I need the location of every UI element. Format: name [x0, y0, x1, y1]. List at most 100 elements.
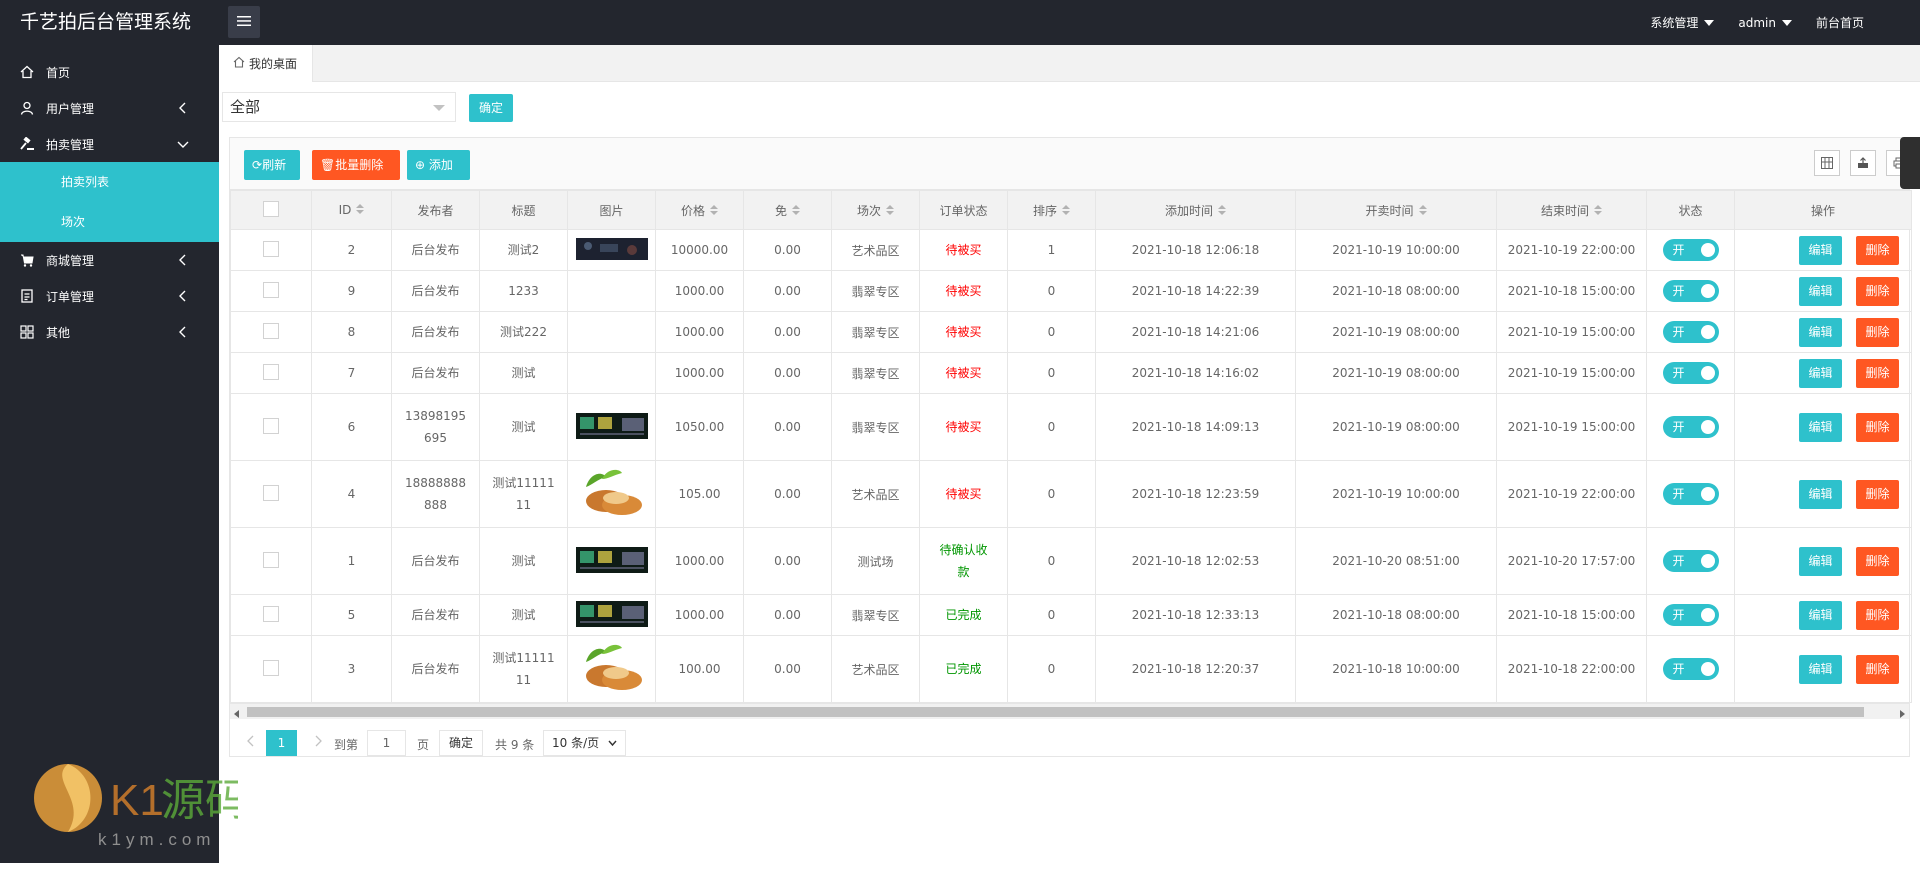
cell-image	[568, 595, 656, 636]
cell-free: 0.00	[744, 230, 832, 271]
select-all-checkbox[interactable]	[263, 201, 279, 217]
sidebar-item-home[interactable]: 首页	[0, 54, 219, 90]
cart-icon	[20, 253, 34, 267]
front-page-link[interactable]: 前台首页	[1804, 14, 1876, 31]
delete-button[interactable]: 删除	[1856, 655, 1899, 684]
cell-end-time: 2021-10-18 22:00:00	[1497, 636, 1647, 703]
system-menu[interactable]: 系统管理	[1638, 14, 1726, 31]
delete-button[interactable]: 删除	[1856, 236, 1899, 265]
side-panel-handle[interactable]	[1900, 137, 1920, 189]
delete-button[interactable]: 删除	[1856, 547, 1899, 576]
status-toggle[interactable]: 开	[1663, 280, 1719, 302]
toggle-label: 开	[1673, 284, 1685, 298]
row-checkbox[interactable]	[263, 241, 279, 257]
delete-button[interactable]: 删除	[1856, 318, 1899, 347]
cell-added-time: 2021-10-18 12:20:37	[1096, 636, 1296, 703]
status-toggle[interactable]: 开	[1663, 321, 1719, 343]
prev-page-icon[interactable]	[246, 735, 254, 750]
add-button[interactable]: ⊕ 添加	[407, 150, 470, 180]
product-thumbnail	[576, 428, 648, 442]
row-checkbox[interactable]	[263, 660, 279, 676]
menu-toggle-button[interactable]	[228, 6, 260, 38]
status-toggle[interactable]: 开	[1663, 239, 1719, 261]
status-toggle[interactable]: 开	[1663, 362, 1719, 384]
edit-button[interactable]: 编辑	[1799, 413, 1842, 442]
edit-button[interactable]: 编辑	[1799, 655, 1842, 684]
row-checkbox[interactable]	[263, 418, 279, 434]
column-header-end-time[interactable]: 结束时间	[1497, 191, 1647, 230]
sidebar-item-other[interactable]: 其他	[0, 314, 219, 350]
row-checkbox[interactable]	[263, 552, 279, 568]
edit-button[interactable]: 编辑	[1799, 547, 1842, 576]
scrollbar-thumb[interactable]	[247, 707, 1864, 717]
status-toggle[interactable]: 开	[1663, 483, 1719, 505]
cell-sort-order: 0	[1008, 312, 1096, 353]
sidebar-subitem-sessions[interactable]: 场次	[0, 202, 219, 242]
delete-button[interactable]: 删除	[1856, 413, 1899, 442]
session-filter-select[interactable]: 全部	[222, 92, 456, 122]
column-header-start-time[interactable]: 开卖时间	[1296, 191, 1497, 230]
sidebar-item-auction[interactable]: 拍卖管理	[0, 126, 219, 162]
export-icon[interactable]	[1850, 150, 1876, 176]
column-header-id[interactable]: ID	[312, 191, 392, 230]
column-header-session[interactable]: 场次	[832, 191, 920, 230]
delete-button[interactable]: 删除	[1856, 601, 1899, 630]
sidebar-subitem-auction-list[interactable]: 拍卖列表	[0, 162, 219, 202]
toggle-label: 开	[1673, 662, 1685, 676]
sidebar-item-orders[interactable]: 订单管理	[0, 278, 219, 314]
grid-icon	[20, 325, 34, 339]
cell-image	[568, 528, 656, 595]
cell-image	[568, 312, 656, 353]
horizontal-scrollbar[interactable]	[230, 703, 1909, 719]
next-page-icon[interactable]	[315, 735, 323, 750]
edit-button[interactable]: 编辑	[1799, 318, 1842, 347]
cell-start-time: 2021-10-19 08:00:00	[1296, 394, 1497, 461]
cell-id: 4	[312, 461, 392, 528]
edit-button[interactable]: 编辑	[1799, 480, 1842, 509]
row-checkbox[interactable]	[263, 485, 279, 501]
edit-button[interactable]: 编辑	[1799, 277, 1842, 306]
row-checkbox[interactable]	[263, 364, 279, 380]
status-toggle[interactable]: 开	[1663, 604, 1719, 626]
delete-button[interactable]: 删除	[1856, 480, 1899, 509]
filter-confirm-button[interactable]: 确定	[469, 94, 513, 122]
edit-button[interactable]: 编辑	[1799, 601, 1842, 630]
row-checkbox[interactable]	[263, 323, 279, 339]
cell-free: 0.00	[744, 271, 832, 312]
cell-publisher: 后台发布	[392, 353, 480, 394]
page-size-select[interactable]: 10 条/页	[543, 730, 626, 756]
cell-publisher: 13898195695	[392, 394, 480, 461]
status-toggle[interactable]: 开	[1663, 658, 1719, 680]
sidebar-item-mall[interactable]: 商城管理	[0, 242, 219, 278]
status-toggle[interactable]: 开	[1663, 550, 1719, 572]
user-menu[interactable]: admin	[1726, 16, 1804, 30]
column-header-sort-order[interactable]: 排序	[1008, 191, 1096, 230]
cell-id: 5	[312, 595, 392, 636]
page-number-current[interactable]: 1	[266, 730, 297, 756]
edit-button[interactable]: 编辑	[1799, 359, 1842, 388]
columns-filter-icon[interactable]	[1814, 150, 1840, 176]
tab-desktop[interactable]: 我的桌面	[219, 45, 313, 82]
page-jump-input[interactable]: 1	[367, 730, 406, 756]
status-toggle[interactable]: 开	[1663, 416, 1719, 438]
header-label: 添加时间	[1165, 204, 1213, 218]
cell-end-time: 2021-10-20 17:57:00	[1497, 528, 1647, 595]
column-header-added-time[interactable]: 添加时间	[1096, 191, 1296, 230]
page-jump-confirm-button[interactable]: 确定	[439, 730, 483, 756]
toggle-label: 开	[1673, 608, 1685, 622]
edit-button[interactable]: 编辑	[1799, 236, 1842, 265]
header-right-menu: 系统管理 admin 前台首页	[1638, 0, 1876, 45]
row-checkbox[interactable]	[263, 606, 279, 622]
cell-actions: 编辑删除	[1735, 528, 1912, 595]
refresh-button[interactable]: ⟳刷新	[244, 150, 300, 180]
batch-delete-button[interactable]: 🗑批量删除	[312, 150, 400, 180]
column-header-free[interactable]: 免	[744, 191, 832, 230]
column-header-price[interactable]: 价格	[656, 191, 744, 230]
delete-button[interactable]: 删除	[1856, 359, 1899, 388]
header-label: 场次	[857, 204, 881, 218]
row-checkbox[interactable]	[263, 282, 279, 298]
cell-price: 1000.00	[656, 353, 744, 394]
delete-button[interactable]: 删除	[1856, 277, 1899, 306]
toggle-knob	[1701, 420, 1715, 434]
sidebar-item-users[interactable]: 用户管理	[0, 90, 219, 126]
